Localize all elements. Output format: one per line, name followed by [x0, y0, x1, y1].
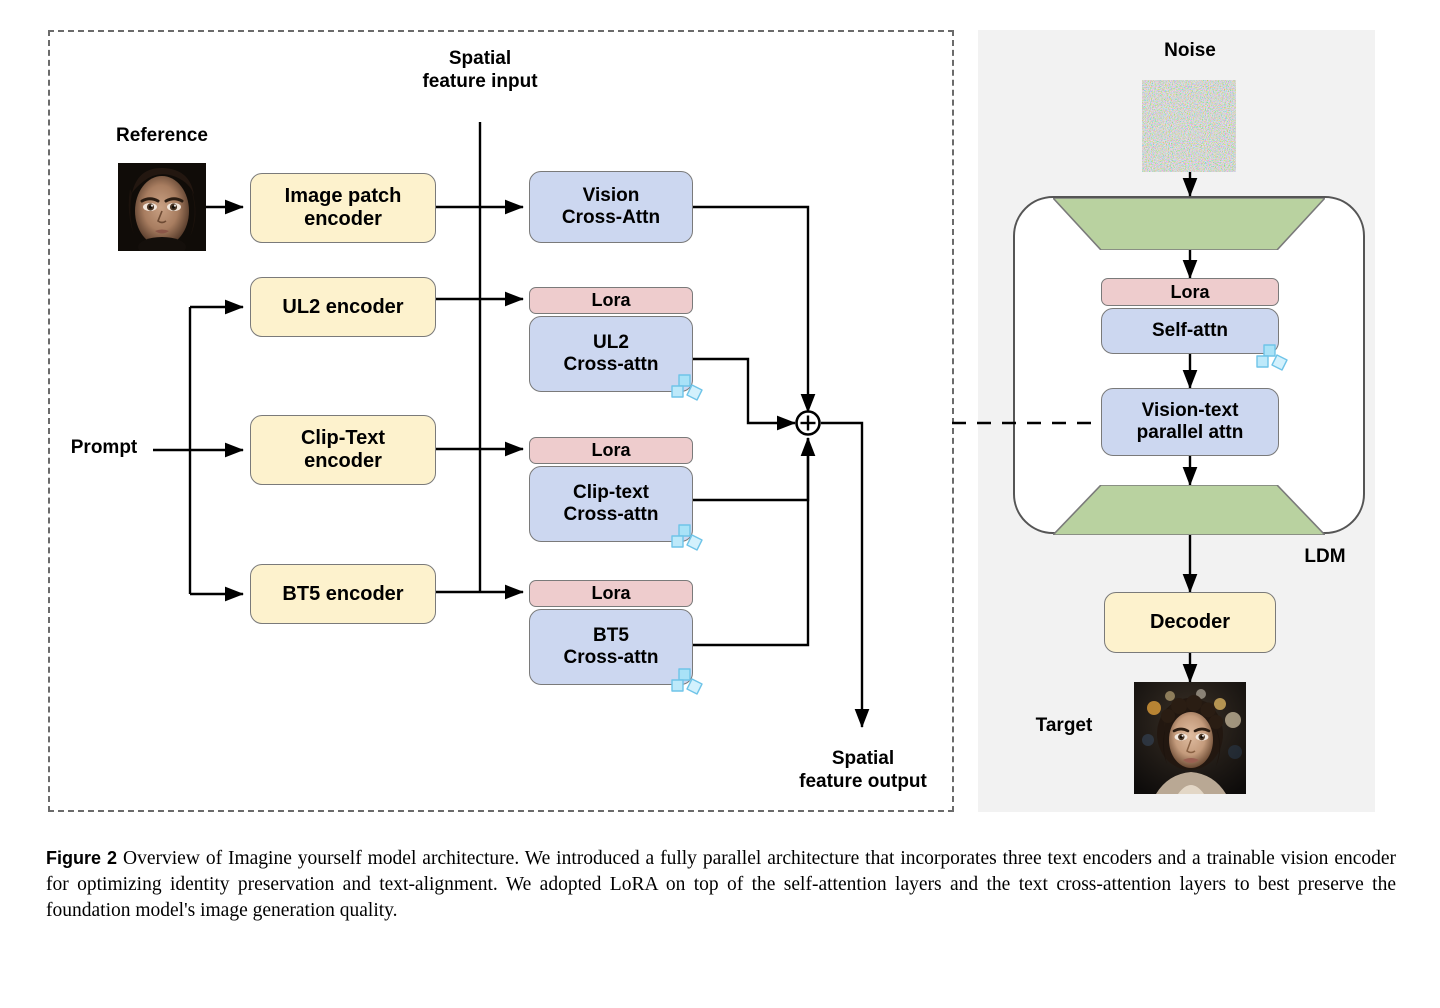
bt5-lora-block[interactable]: Lora [529, 580, 693, 607]
vision-cross-attn-block[interactable]: Vision Cross-Attn [529, 171, 693, 243]
figure-diagram: Spatial feature input Reference Prompt S… [0, 0, 1440, 830]
noise-image [1142, 80, 1236, 172]
self-attn-block[interactable]: Self-attn [1101, 308, 1279, 354]
reference-face-image [118, 163, 206, 251]
bt5-encoder-block[interactable]: BT5 encoder [250, 564, 436, 624]
noise-label: Noise [1164, 40, 1216, 61]
ldm-lora-block[interactable]: Lora [1101, 278, 1279, 306]
figure-caption-text: Overview of Imagine yourself model archi… [46, 848, 1397, 921]
figure-caption: Figure 2 Overview of Imagine yourself mo… [46, 846, 1396, 924]
prompt-label: Prompt [70, 437, 138, 458]
ldm-label: LDM [1304, 546, 1346, 567]
decoder-trapezoid [1051, 484, 1327, 536]
target-label: Target [1035, 715, 1093, 736]
ice-cubes-icon [1254, 342, 1294, 376]
clip-text-lora-block[interactable]: Lora [529, 437, 693, 464]
ice-cubes-icon [669, 666, 709, 700]
spatial-feature-input-label: Spatial feature input [422, 48, 538, 92]
ul2-lora-block[interactable]: Lora [529, 287, 693, 314]
ice-cubes-icon [669, 372, 709, 406]
ice-cubes-icon [669, 522, 709, 556]
image-patch-encoder-block[interactable]: Image patch encoder [250, 173, 436, 243]
spatial-feature-output-label: Spatial feature output [799, 748, 927, 792]
target-face-image [1134, 682, 1246, 794]
ul2-encoder-block[interactable]: UL2 encoder [250, 277, 436, 337]
clip-text-encoder-block[interactable]: Clip-Text encoder [250, 415, 436, 485]
figure-label: Figure 2 [46, 848, 118, 868]
decoder-block[interactable]: Decoder [1104, 592, 1276, 653]
encoder-trapezoid [1051, 197, 1327, 251]
reference-label: Reference [116, 125, 208, 146]
vision-text-parallel-attn-block[interactable]: Vision-text parallel attn [1101, 388, 1279, 456]
